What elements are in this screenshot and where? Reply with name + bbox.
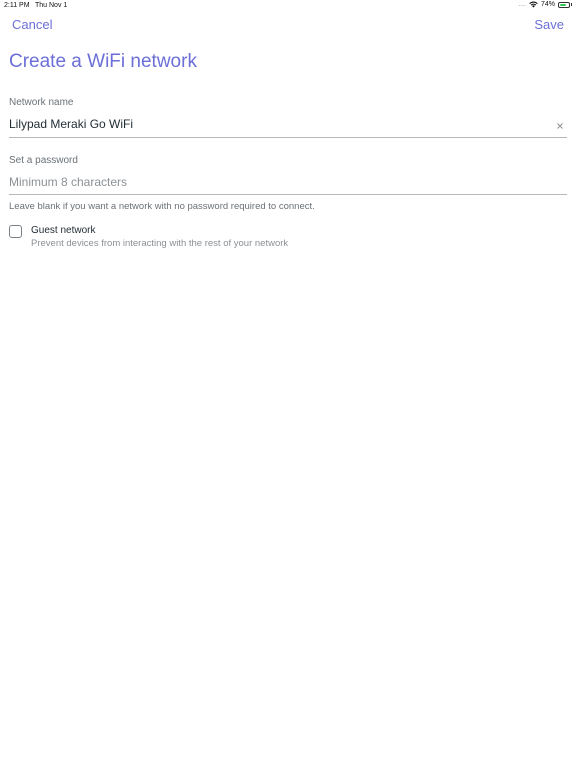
cancel-button[interactable]: Cancel	[12, 17, 52, 32]
battery-icon	[558, 1, 572, 8]
guest-network-label: Guest network	[31, 225, 96, 236]
network-name-input[interactable]	[9, 114, 554, 134]
battery-tip	[571, 3, 572, 6]
save-button[interactable]: Save	[534, 17, 564, 32]
status-bar: 2:11 PM Thu Nov 1 .... 74%	[0, 0, 576, 12]
password-underline	[9, 194, 567, 195]
network-name-underline	[9, 137, 567, 138]
page-title: Create a WiFi network	[9, 51, 197, 72]
close-icon[interactable]	[555, 118, 565, 129]
password-helper-text: Leave blank if you want a network with n…	[9, 201, 315, 212]
status-date: Thu Nov 1	[35, 2, 68, 9]
battery-body	[558, 1, 570, 8]
status-time: 2:11 PM	[4, 2, 30, 9]
guest-network-description: Prevent devices from interacting with th…	[31, 238, 289, 249]
battery-percent: 74%	[540, 1, 555, 8]
cellular-signal: ....	[518, 1, 526, 8]
guest-network-checkbox[interactable]	[9, 225, 22, 238]
battery-fill	[560, 3, 566, 6]
network-name-label: Network name	[9, 97, 74, 108]
status-indicators: .... 74%	[518, 1, 572, 8]
password-input[interactable]	[9, 172, 554, 192]
password-label: Set a password	[9, 155, 78, 166]
wifi-icon	[529, 1, 538, 8]
